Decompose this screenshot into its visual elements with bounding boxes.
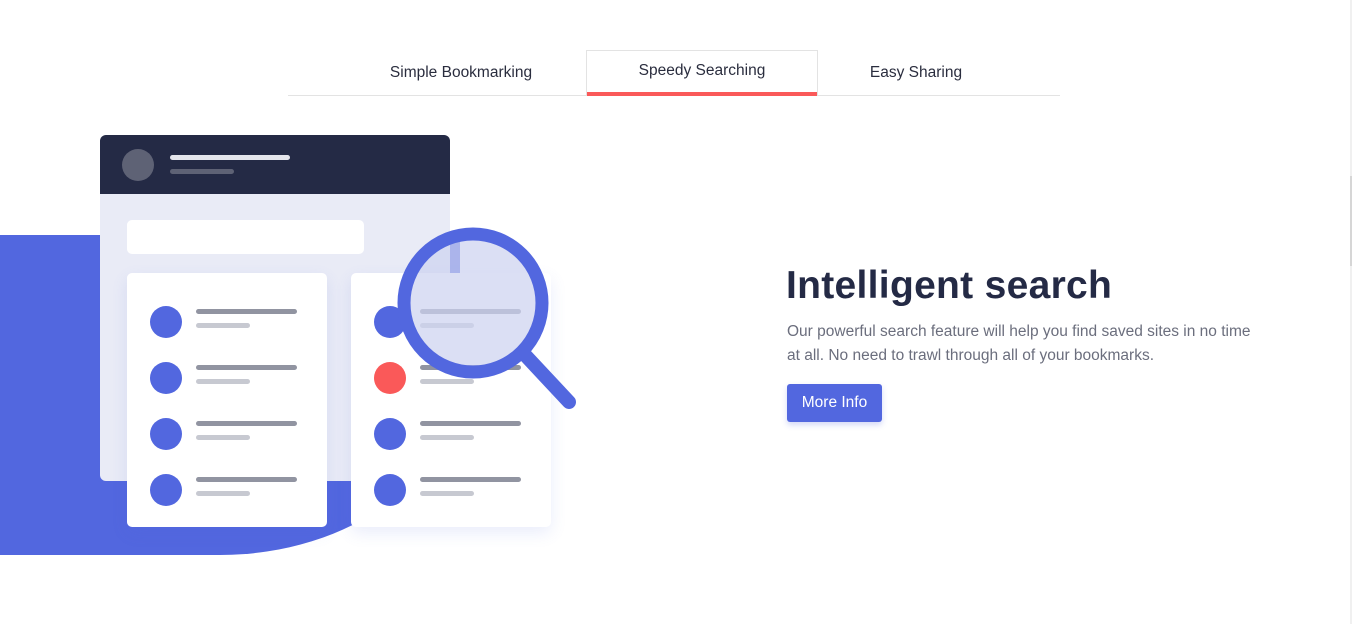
illustration-list-item: [127, 357, 327, 397]
list-item-line: [196, 477, 297, 482]
illustration-subtitle-bar: [170, 169, 234, 174]
list-item-subline: [420, 435, 474, 440]
tab-simple-bookmarking[interactable]: Simple Bookmarking: [346, 50, 576, 95]
list-item-line: [196, 421, 297, 426]
more-info-button[interactable]: More Info: [787, 384, 882, 422]
illustration-list-item: [127, 469, 327, 509]
features-section: Simple Bookmarking Speedy Searching Easy…: [0, 0, 1352, 624]
feature-heading: Intelligent search: [786, 264, 1113, 307]
list-item-subline: [196, 491, 250, 496]
tab-label: Speedy Searching: [638, 62, 766, 79]
illustration-list-item: [127, 413, 327, 453]
tab-label: Easy Sharing: [869, 64, 963, 81]
feature-description: Our powerful search feature will help yo…: [787, 323, 1251, 364]
illustration-search-box: [127, 220, 364, 254]
tab-easy-sharing[interactable]: Easy Sharing: [806, 50, 1026, 95]
list-item-dot: [150, 474, 182, 506]
list-item-dot: [150, 306, 182, 338]
list-item-subline: [196, 435, 250, 440]
list-item-line: [196, 309, 297, 314]
list-item-dot: [374, 418, 406, 450]
illustration-title-bar: [170, 155, 290, 160]
avatar-icon: [122, 149, 154, 181]
magnifying-glass-icon: [397, 227, 576, 409]
list-item-subline: [196, 323, 250, 328]
list-item-subline: [196, 379, 250, 384]
tab-speedy-searching[interactable]: Speedy Searching: [586, 50, 818, 96]
list-item-subline: [420, 491, 474, 496]
illustration-browser-header: [100, 135, 450, 194]
list-item-dot: [150, 362, 182, 394]
feature-tabs: Simple Bookmarking Speedy Searching Easy…: [288, 50, 1060, 96]
list-item-dot: [374, 474, 406, 506]
illustration-list-item: [127, 301, 327, 341]
tab-label: Simple Bookmarking: [389, 64, 533, 81]
list-item-dot: [150, 418, 182, 450]
list-item-line: [196, 365, 297, 370]
active-tab-indicator: [587, 92, 817, 96]
list-item-line: [420, 477, 521, 482]
illustration-list-item: [351, 469, 551, 509]
illustration-list-card-left: [127, 273, 327, 527]
